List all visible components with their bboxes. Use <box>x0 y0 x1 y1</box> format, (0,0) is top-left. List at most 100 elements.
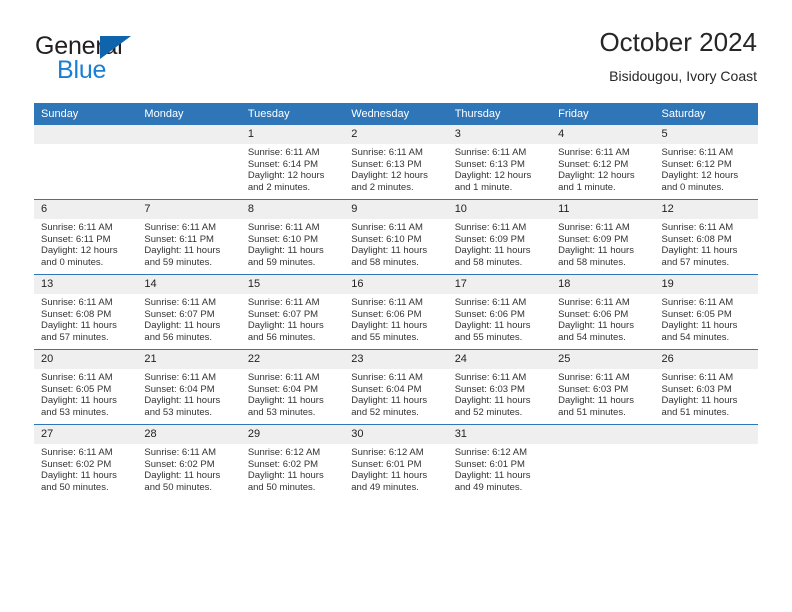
sunset-text: Sunset: 6:09 PM <box>558 233 629 245</box>
daylight-text-line1: Daylight: 11 hours <box>41 395 117 407</box>
calendar-day-cell[interactable]: 8 Sunrise: 6:11 AM Sunset: 6:10 PM Dayli… <box>240 199 345 275</box>
daylight-text-line1: Daylight: 12 hours <box>558 170 635 182</box>
sunset-text: Sunset: 6:08 PM <box>661 233 732 245</box>
day-number: 27 <box>34 425 138 444</box>
calendar-day-cell[interactable]: 28 Sunrise: 6:11 AM Sunset: 6:02 PM Dayl… <box>137 424 241 499</box>
sunrise-text: Sunrise: 6:11 AM <box>247 297 320 308</box>
calendar-day-cell <box>34 125 138 200</box>
daylight-text-line2: and 58 minutes. <box>454 256 523 268</box>
day-details: Sunrise: 6:11 AM Sunset: 6:07 PM Dayligh… <box>137 294 240 343</box>
calendar-day-cell[interactable]: 26 Sunrise: 6:11 AM Sunset: 6:03 PM Dayl… <box>654 349 758 425</box>
daylight-text-line1: Daylight: 11 hours <box>351 395 428 407</box>
calendar-day-cell[interactable]: 20 Sunrise: 6:11 AM Sunset: 6:05 PM Dayl… <box>34 349 138 425</box>
calendar-day-cell[interactable]: 18 Sunrise: 6:11 AM Sunset: 6:06 PM Dayl… <box>551 274 655 350</box>
day-details: Sunrise: 6:11 AM Sunset: 6:03 PM Dayligh… <box>551 369 654 418</box>
calendar-day-cell[interactable]: 4 Sunrise: 6:11 AM Sunset: 6:12 PM Dayli… <box>551 125 655 200</box>
day-number: 7 <box>137 200 241 219</box>
day-number: 8 <box>240 200 345 219</box>
day-number <box>137 125 241 144</box>
daylight-text-line2: and 52 minutes. <box>454 406 523 418</box>
day-number: 17 <box>447 275 552 294</box>
daylight-text-line1: Daylight: 12 hours <box>41 245 118 257</box>
calendar-day-cell[interactable]: 10 Sunrise: 6:11 AM Sunset: 6:09 PM Dayl… <box>447 199 552 275</box>
logo-text-blue: Blue <box>57 56 107 84</box>
daylight-text-line2: and 1 minute. <box>454 181 513 193</box>
sunrise-text: Sunrise: 6:11 AM <box>144 372 217 383</box>
calendar-day-cell[interactable]: 19 Sunrise: 6:11 AM Sunset: 6:05 PM Dayl… <box>654 274 758 350</box>
sunset-text: Sunset: 6:02 PM <box>41 458 112 470</box>
sunrise-text: Sunrise: 6:11 AM <box>454 297 527 308</box>
day-number: 19 <box>654 275 758 294</box>
daylight-text-line2: and 58 minutes. <box>351 256 419 268</box>
day-details: Sunrise: 6:12 AM Sunset: 6:01 PM Dayligh… <box>448 444 551 493</box>
calendar-day-cell[interactable]: 7 Sunrise: 6:11 AM Sunset: 6:11 PM Dayli… <box>137 199 241 275</box>
day-details: Sunrise: 6:11 AM Sunset: 6:03 PM Dayligh… <box>448 369 551 418</box>
generalblue-logo[interactable]: General Blue <box>35 32 245 84</box>
daylight-text-line2: and 59 minutes. <box>144 256 213 268</box>
sunrise-text: Sunrise: 6:11 AM <box>41 222 113 233</box>
day-number: 11 <box>551 200 655 219</box>
day-number: 23 <box>344 350 448 369</box>
daylight-text-line2: and 2 minutes. <box>351 181 414 193</box>
day-details: Sunrise: 6:11 AM Sunset: 6:12 PM Dayligh… <box>551 144 654 193</box>
daylight-text-line2: and 51 minutes. <box>558 406 626 418</box>
sunset-text: Sunset: 6:02 PM <box>247 458 319 470</box>
calendar-day-cell[interactable]: 16 Sunrise: 6:11 AM Sunset: 6:06 PM Dayl… <box>344 274 448 350</box>
day-number: 12 <box>654 200 758 219</box>
daylight-text-line1: Daylight: 11 hours <box>41 470 117 482</box>
day-details: Sunrise: 6:11 AM Sunset: 6:04 PM Dayligh… <box>137 369 240 418</box>
daylight-text-line2: and 57 minutes. <box>41 331 109 343</box>
calendar-day-cell[interactable]: 29 Sunrise: 6:12 AM Sunset: 6:02 PM Dayl… <box>240 424 345 499</box>
day-details: Sunrise: 6:11 AM Sunset: 6:09 PM Dayligh… <box>448 219 551 268</box>
sunrise-text: Sunrise: 6:11 AM <box>247 222 320 233</box>
sunrise-text: Sunrise: 6:11 AM <box>661 147 734 158</box>
calendar-day-cell[interactable]: 11 Sunrise: 6:11 AM Sunset: 6:09 PM Dayl… <box>551 199 655 275</box>
daylight-text-line1: Daylight: 11 hours <box>144 245 221 257</box>
calendar-day-cell[interactable]: 15 Sunrise: 6:11 AM Sunset: 6:07 PM Dayl… <box>240 274 345 350</box>
daylight-text-line1: Daylight: 11 hours <box>454 470 531 482</box>
calendar-day-cell[interactable]: 27 Sunrise: 6:11 AM Sunset: 6:02 PM Dayl… <box>34 424 138 499</box>
calendar-day-cell[interactable]: 30 Sunrise: 6:12 AM Sunset: 6:01 PM Dayl… <box>344 424 448 499</box>
calendar-day-cell[interactable]: 17 Sunrise: 6:11 AM Sunset: 6:06 PM Dayl… <box>447 274 552 350</box>
calendar-day-cell[interactable]: 25 Sunrise: 6:11 AM Sunset: 6:03 PM Dayl… <box>551 349 655 425</box>
daylight-text-line1: Daylight: 11 hours <box>661 395 738 407</box>
day-number: 16 <box>344 275 448 294</box>
calendar-day-cell[interactable]: 21 Sunrise: 6:11 AM Sunset: 6:04 PM Dayl… <box>137 349 241 425</box>
weekday-header-friday: Friday <box>551 103 655 125</box>
sunset-text: Sunset: 6:12 PM <box>661 158 732 170</box>
calendar-day-cell[interactable]: 3 Sunrise: 6:11 AM Sunset: 6:13 PM Dayli… <box>447 125 552 200</box>
calendar-day-cell[interactable]: 2 Sunrise: 6:11 AM Sunset: 6:13 PM Dayli… <box>344 125 448 200</box>
sunset-text: Sunset: 6:13 PM <box>351 158 422 170</box>
calendar-day-cell[interactable]: 23 Sunrise: 6:11 AM Sunset: 6:04 PM Dayl… <box>344 349 448 425</box>
page-subtitle: Bisidougou, Ivory Coast <box>609 68 757 84</box>
day-number: 5 <box>654 125 758 144</box>
sunrise-text: Sunrise: 6:11 AM <box>558 297 630 308</box>
sunrise-text: Sunrise: 6:11 AM <box>558 372 630 383</box>
daylight-text-line2: and 53 minutes. <box>247 406 316 418</box>
daylight-text-line1: Daylight: 12 hours <box>454 170 532 182</box>
calendar-day-cell[interactable]: 14 Sunrise: 6:11 AM Sunset: 6:07 PM Dayl… <box>137 274 241 350</box>
day-details: Sunrise: 6:11 AM Sunset: 6:09 PM Dayligh… <box>551 219 654 268</box>
daylight-text-line1: Daylight: 11 hours <box>351 320 428 332</box>
sunset-text: Sunset: 6:02 PM <box>144 458 215 470</box>
calendar-day-cell[interactable]: 9 Sunrise: 6:11 AM Sunset: 6:10 PM Dayli… <box>344 199 448 275</box>
daylight-text-line1: Daylight: 11 hours <box>247 320 324 332</box>
calendar-day-cell[interactable]: 1 Sunrise: 6:11 AM Sunset: 6:14 PM Dayli… <box>240 125 345 200</box>
daylight-text-line2: and 58 minutes. <box>558 256 626 268</box>
day-number: 31 <box>447 425 552 444</box>
calendar-day-cell[interactable]: 24 Sunrise: 6:11 AM Sunset: 6:03 PM Dayl… <box>447 349 552 425</box>
weekday-header-wednesday: Wednesday <box>344 103 448 125</box>
calendar-day-cell[interactable]: 5 Sunrise: 6:11 AM Sunset: 6:12 PM Dayli… <box>654 125 758 200</box>
day-details: Sunrise: 6:11 AM Sunset: 6:12 PM Dayligh… <box>655 144 758 193</box>
daylight-text-line2: and 54 minutes. <box>661 331 730 343</box>
daylight-text-line2: and 1 minute. <box>558 181 616 193</box>
day-details: Sunrise: 6:11 AM Sunset: 6:04 PM Dayligh… <box>344 369 447 418</box>
sunset-text: Sunset: 6:05 PM <box>41 383 112 395</box>
calendar-day-cell[interactable]: 13 Sunrise: 6:11 AM Sunset: 6:08 PM Dayl… <box>34 274 138 350</box>
daylight-text-line1: Daylight: 11 hours <box>454 245 531 257</box>
calendar-day-cell[interactable]: 6 Sunrise: 6:11 AM Sunset: 6:11 PM Dayli… <box>34 199 138 275</box>
calendar-day-cell[interactable]: 31 Sunrise: 6:12 AM Sunset: 6:01 PM Dayl… <box>447 424 552 499</box>
calendar-day-cell[interactable]: 22 Sunrise: 6:11 AM Sunset: 6:04 PM Dayl… <box>240 349 345 425</box>
daylight-text-line1: Daylight: 12 hours <box>351 170 428 182</box>
calendar-day-cell[interactable]: 12 Sunrise: 6:11 AM Sunset: 6:08 PM Dayl… <box>654 199 758 275</box>
